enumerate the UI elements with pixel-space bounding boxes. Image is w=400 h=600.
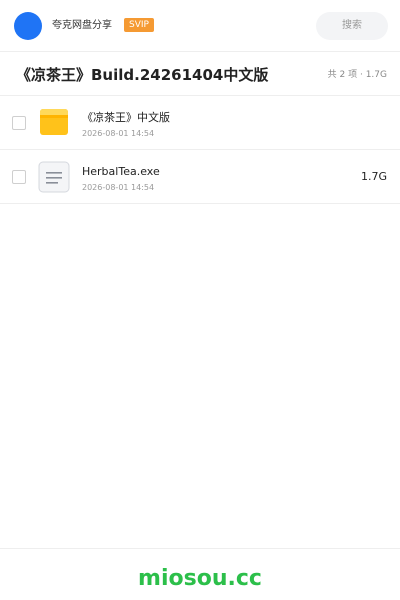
file-icon: [38, 161, 70, 193]
file-name[interactable]: 《凉茶王》中文版: [82, 111, 170, 125]
footer: miosou.cc: [0, 548, 400, 600]
row-checkbox[interactable]: [12, 116, 26, 130]
avatar[interactable]: [14, 12, 42, 40]
page-title: 《凉茶王》Build.24261404中文版: [16, 66, 269, 84]
brand-watermark[interactable]: miosou.cc: [0, 565, 400, 593]
app-name: 夸克网盘分享: [52, 20, 112, 31]
file-row-folder[interactable]: 《凉茶王》中文版 2026-08-01 14:54: [0, 96, 400, 150]
folder-title-bar: 《凉茶王》Build.24261404中文版 共 2 项 · 1.7G: [0, 53, 400, 96]
item-summary: 共 2 项 · 1.7G: [327, 70, 387, 80]
folder-icon: [38, 107, 70, 139]
file-name[interactable]: HerbalTea.exe: [82, 165, 160, 179]
svip-badge: SVIP: [124, 18, 154, 32]
file-date: 2026-08-01 14:54: [82, 129, 155, 138]
file-row-exe[interactable]: HerbalTea.exe 2026-08-01 14:54 1.7G: [0, 150, 400, 204]
file-size: 1.7G: [360, 170, 387, 183]
file-date: 2026-08-01 14:54: [82, 183, 155, 192]
share-header: 夸克网盘分享 SVIP 搜索: [0, 0, 400, 52]
row-checkbox[interactable]: [12, 170, 26, 184]
search-button[interactable]: 搜索: [316, 12, 388, 40]
